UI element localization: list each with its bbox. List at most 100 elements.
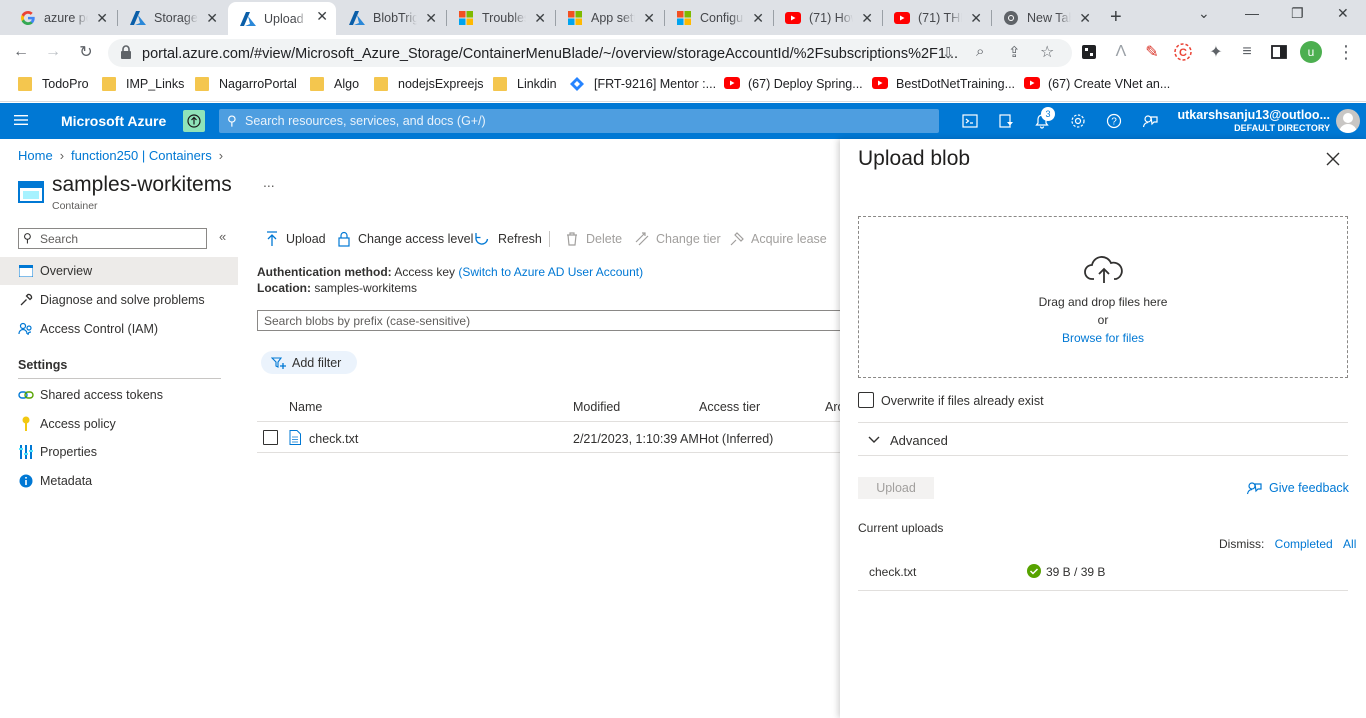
more-options-ellipsis[interactable]: ... bbox=[263, 174, 275, 190]
overwrite-label[interactable]: Overwrite if files already exist bbox=[881, 394, 1044, 408]
minimize-button[interactable]: — bbox=[1245, 5, 1259, 21]
breadcrumb-home[interactable]: Home bbox=[18, 148, 53, 163]
give-feedback-link[interactable]: Give feedback bbox=[1246, 480, 1349, 496]
drop-zone[interactable]: Drag and drop files here or Browse for f… bbox=[858, 216, 1348, 378]
close-tab-icon[interactable]: ✕ bbox=[425, 10, 437, 27]
tab-youtube-how-to[interactable]: (71) How to ✕ bbox=[773, 4, 881, 32]
change-tier-command[interactable]: Change tier bbox=[634, 229, 721, 249]
delete-command[interactable]: Delete bbox=[564, 229, 622, 249]
column-header-name[interactable]: Name bbox=[289, 400, 322, 414]
extension-c-icon[interactable]: C bbox=[1174, 43, 1192, 61]
tab-storage-accounts[interactable]: Storage accounts ✕ bbox=[118, 4, 226, 32]
back-arrow-icon[interactable]: ← bbox=[12, 43, 30, 61]
overwrite-checkbox[interactable] bbox=[858, 392, 874, 408]
tab-blobtrigger[interactable]: BlobTrigger ✕ bbox=[337, 4, 445, 32]
tab-new-tab[interactable]: New Tab ✕ bbox=[991, 4, 1099, 32]
add-filter-button[interactable]: Add filter bbox=[261, 351, 357, 374]
share-icon[interactable]: ⇪ bbox=[1008, 43, 1021, 61]
bookmark-bestdotnet[interactable]: BestDotNetTraining... bbox=[872, 77, 1015, 91]
close-tab-icon[interactable]: ✕ bbox=[96, 10, 108, 27]
change-access-level-command[interactable]: Change access level bbox=[336, 229, 473, 249]
account-avatar[interactable] bbox=[1336, 109, 1360, 133]
menu-search-input[interactable]: ⚲ Search bbox=[18, 228, 207, 249]
reading-list-icon[interactable]: ≡ bbox=[1238, 43, 1256, 61]
row-checkbox[interactable] bbox=[263, 430, 278, 445]
tab-youtube-the[interactable]: (71) THE ✕ bbox=[882, 4, 990, 32]
install-icon[interactable]: ⇩ bbox=[942, 44, 955, 62]
bookmark-algo[interactable]: Algo bbox=[310, 77, 359, 91]
settings-gear-icon[interactable] bbox=[1070, 113, 1086, 129]
zoom-icon[interactable]: ⌕ bbox=[976, 43, 984, 60]
azure-brand[interactable]: Microsoft Azure bbox=[61, 113, 166, 129]
close-window-button[interactable]: ✕ bbox=[1337, 5, 1349, 22]
nav-item-access-policy[interactable]: Access policy bbox=[0, 410, 238, 438]
extension-a-icon[interactable]: Ʌ bbox=[1112, 43, 1130, 61]
column-header-modified[interactable]: Modified bbox=[573, 400, 620, 414]
side-panel-icon[interactable] bbox=[1270, 43, 1288, 61]
refresh-command[interactable]: Refresh bbox=[474, 229, 542, 249]
close-panel-icon[interactable] bbox=[1326, 152, 1340, 166]
close-tab-icon[interactable]: ✕ bbox=[1079, 10, 1091, 27]
tab-configure[interactable]: Configure ✕ bbox=[664, 4, 772, 32]
profile-avatar[interactable]: u bbox=[1300, 41, 1322, 63]
forward-arrow-icon[interactable]: → bbox=[44, 43, 62, 61]
bookmark-jira-mentor[interactable]: [FRT-9216] Mentor :... bbox=[570, 77, 716, 91]
close-tab-icon[interactable]: ✕ bbox=[316, 8, 328, 25]
collapse-menu-icon[interactable]: « bbox=[219, 229, 226, 244]
tab-app-settings[interactable]: App settings ✕ bbox=[555, 4, 663, 32]
close-tab-icon[interactable]: ✕ bbox=[861, 10, 873, 27]
feedback-icon[interactable] bbox=[1142, 113, 1158, 129]
reload-icon[interactable]: ↻ bbox=[77, 43, 95, 61]
upload-submit-button[interactable]: Upload bbox=[858, 477, 934, 499]
upload-command[interactable]: Upload bbox=[264, 229, 326, 249]
upgrade-icon[interactable] bbox=[183, 110, 205, 132]
account-info[interactable]: utkarshsanju13@outloo... DEFAULT DIRECTO… bbox=[1178, 108, 1331, 133]
nav-item-diagnose[interactable]: Diagnose and solve problems bbox=[0, 286, 238, 314]
acquire-lease-command[interactable]: Acquire lease bbox=[729, 229, 827, 249]
nav-item-shared-access-tokens[interactable]: Shared access tokens bbox=[0, 381, 238, 409]
dismiss-completed-link[interactable]: Completed bbox=[1275, 537, 1333, 551]
directory-filter-icon[interactable] bbox=[998, 113, 1014, 129]
close-tab-icon[interactable]: ✕ bbox=[752, 10, 764, 27]
hamburger-menu-icon[interactable] bbox=[14, 113, 30, 127]
nav-item-metadata[interactable]: Metadata bbox=[0, 467, 238, 495]
switch-auth-link[interactable]: (Switch to Azure AD User Account) bbox=[458, 265, 643, 279]
nav-item-overview[interactable]: Overview bbox=[0, 257, 238, 285]
close-tab-icon[interactable]: ✕ bbox=[534, 10, 546, 27]
nav-item-iam[interactable]: Access Control (IAM) bbox=[0, 315, 238, 343]
extension-pen-icon[interactable]: ✎ bbox=[1143, 43, 1161, 61]
blob-search-input[interactable]: Search blobs by prefix (case-sensitive) bbox=[257, 310, 857, 331]
lock-icon[interactable] bbox=[120, 45, 132, 59]
bookmark-todopro[interactable]: TodoPro bbox=[18, 77, 89, 91]
bookmark-linkdin[interactable]: Linkdin bbox=[493, 77, 557, 91]
menu-kebab-icon[interactable]: ⋮ bbox=[1337, 42, 1355, 62]
bookmark-deploy-spring[interactable]: (67) Deploy Spring... bbox=[724, 77, 863, 91]
breadcrumb-containers[interactable]: function250 | Containers bbox=[71, 148, 212, 163]
nav-item-properties[interactable]: Properties bbox=[0, 438, 238, 466]
table-row[interactable]: check.txt 2/21/2023, 1:10:39 AM Hot (Inf… bbox=[257, 423, 857, 453]
restore-button[interactable]: ❐ bbox=[1291, 5, 1304, 22]
bookmark-nodejsexpreejs[interactable]: nodejsExpreejs bbox=[374, 77, 483, 91]
tab-troubleshoot[interactable]: Troubleshoot ✕ bbox=[446, 4, 554, 32]
bookmark-create-vnet[interactable]: (67) Create VNet an... bbox=[1024, 77, 1170, 91]
blob-name-link[interactable]: check.txt bbox=[309, 432, 358, 446]
bookmark-imp-links[interactable]: IMP_Links bbox=[102, 77, 184, 91]
close-tab-icon[interactable]: ✕ bbox=[970, 10, 982, 27]
address-bar[interactable]: portal.azure.com/#view/Microsoft_Azure_S… bbox=[108, 39, 1072, 67]
extension-qr-icon[interactable] bbox=[1080, 43, 1098, 61]
extensions-puzzle-icon[interactable]: ✦ bbox=[1207, 43, 1225, 61]
browse-files-link[interactable]: Browse for files bbox=[1062, 331, 1144, 345]
dismiss-all-link[interactable]: All bbox=[1343, 537, 1356, 551]
close-tab-icon[interactable]: ✕ bbox=[643, 10, 655, 27]
advanced-toggle[interactable]: Advanced bbox=[858, 425, 1348, 455]
column-header-access-tier[interactable]: Access tier bbox=[699, 400, 760, 414]
bookmark-nagarroportal[interactable]: NagarroPortal bbox=[195, 77, 297, 91]
cloud-shell-icon[interactable] bbox=[962, 113, 978, 129]
new-tab-button[interactable]: + bbox=[1110, 6, 1122, 29]
bookmark-star-icon[interactable]: ☆ bbox=[1040, 42, 1054, 62]
close-tab-icon[interactable]: ✕ bbox=[206, 10, 218, 27]
tab-search-icon[interactable]: ⌄ bbox=[1198, 5, 1210, 22]
tab-azure-portal-search[interactable]: azure portal ✕ bbox=[8, 4, 116, 32]
azure-global-search[interactable]: ⚲ Search resources, services, and docs (… bbox=[219, 109, 939, 133]
help-icon[interactable]: ? bbox=[1106, 113, 1122, 129]
